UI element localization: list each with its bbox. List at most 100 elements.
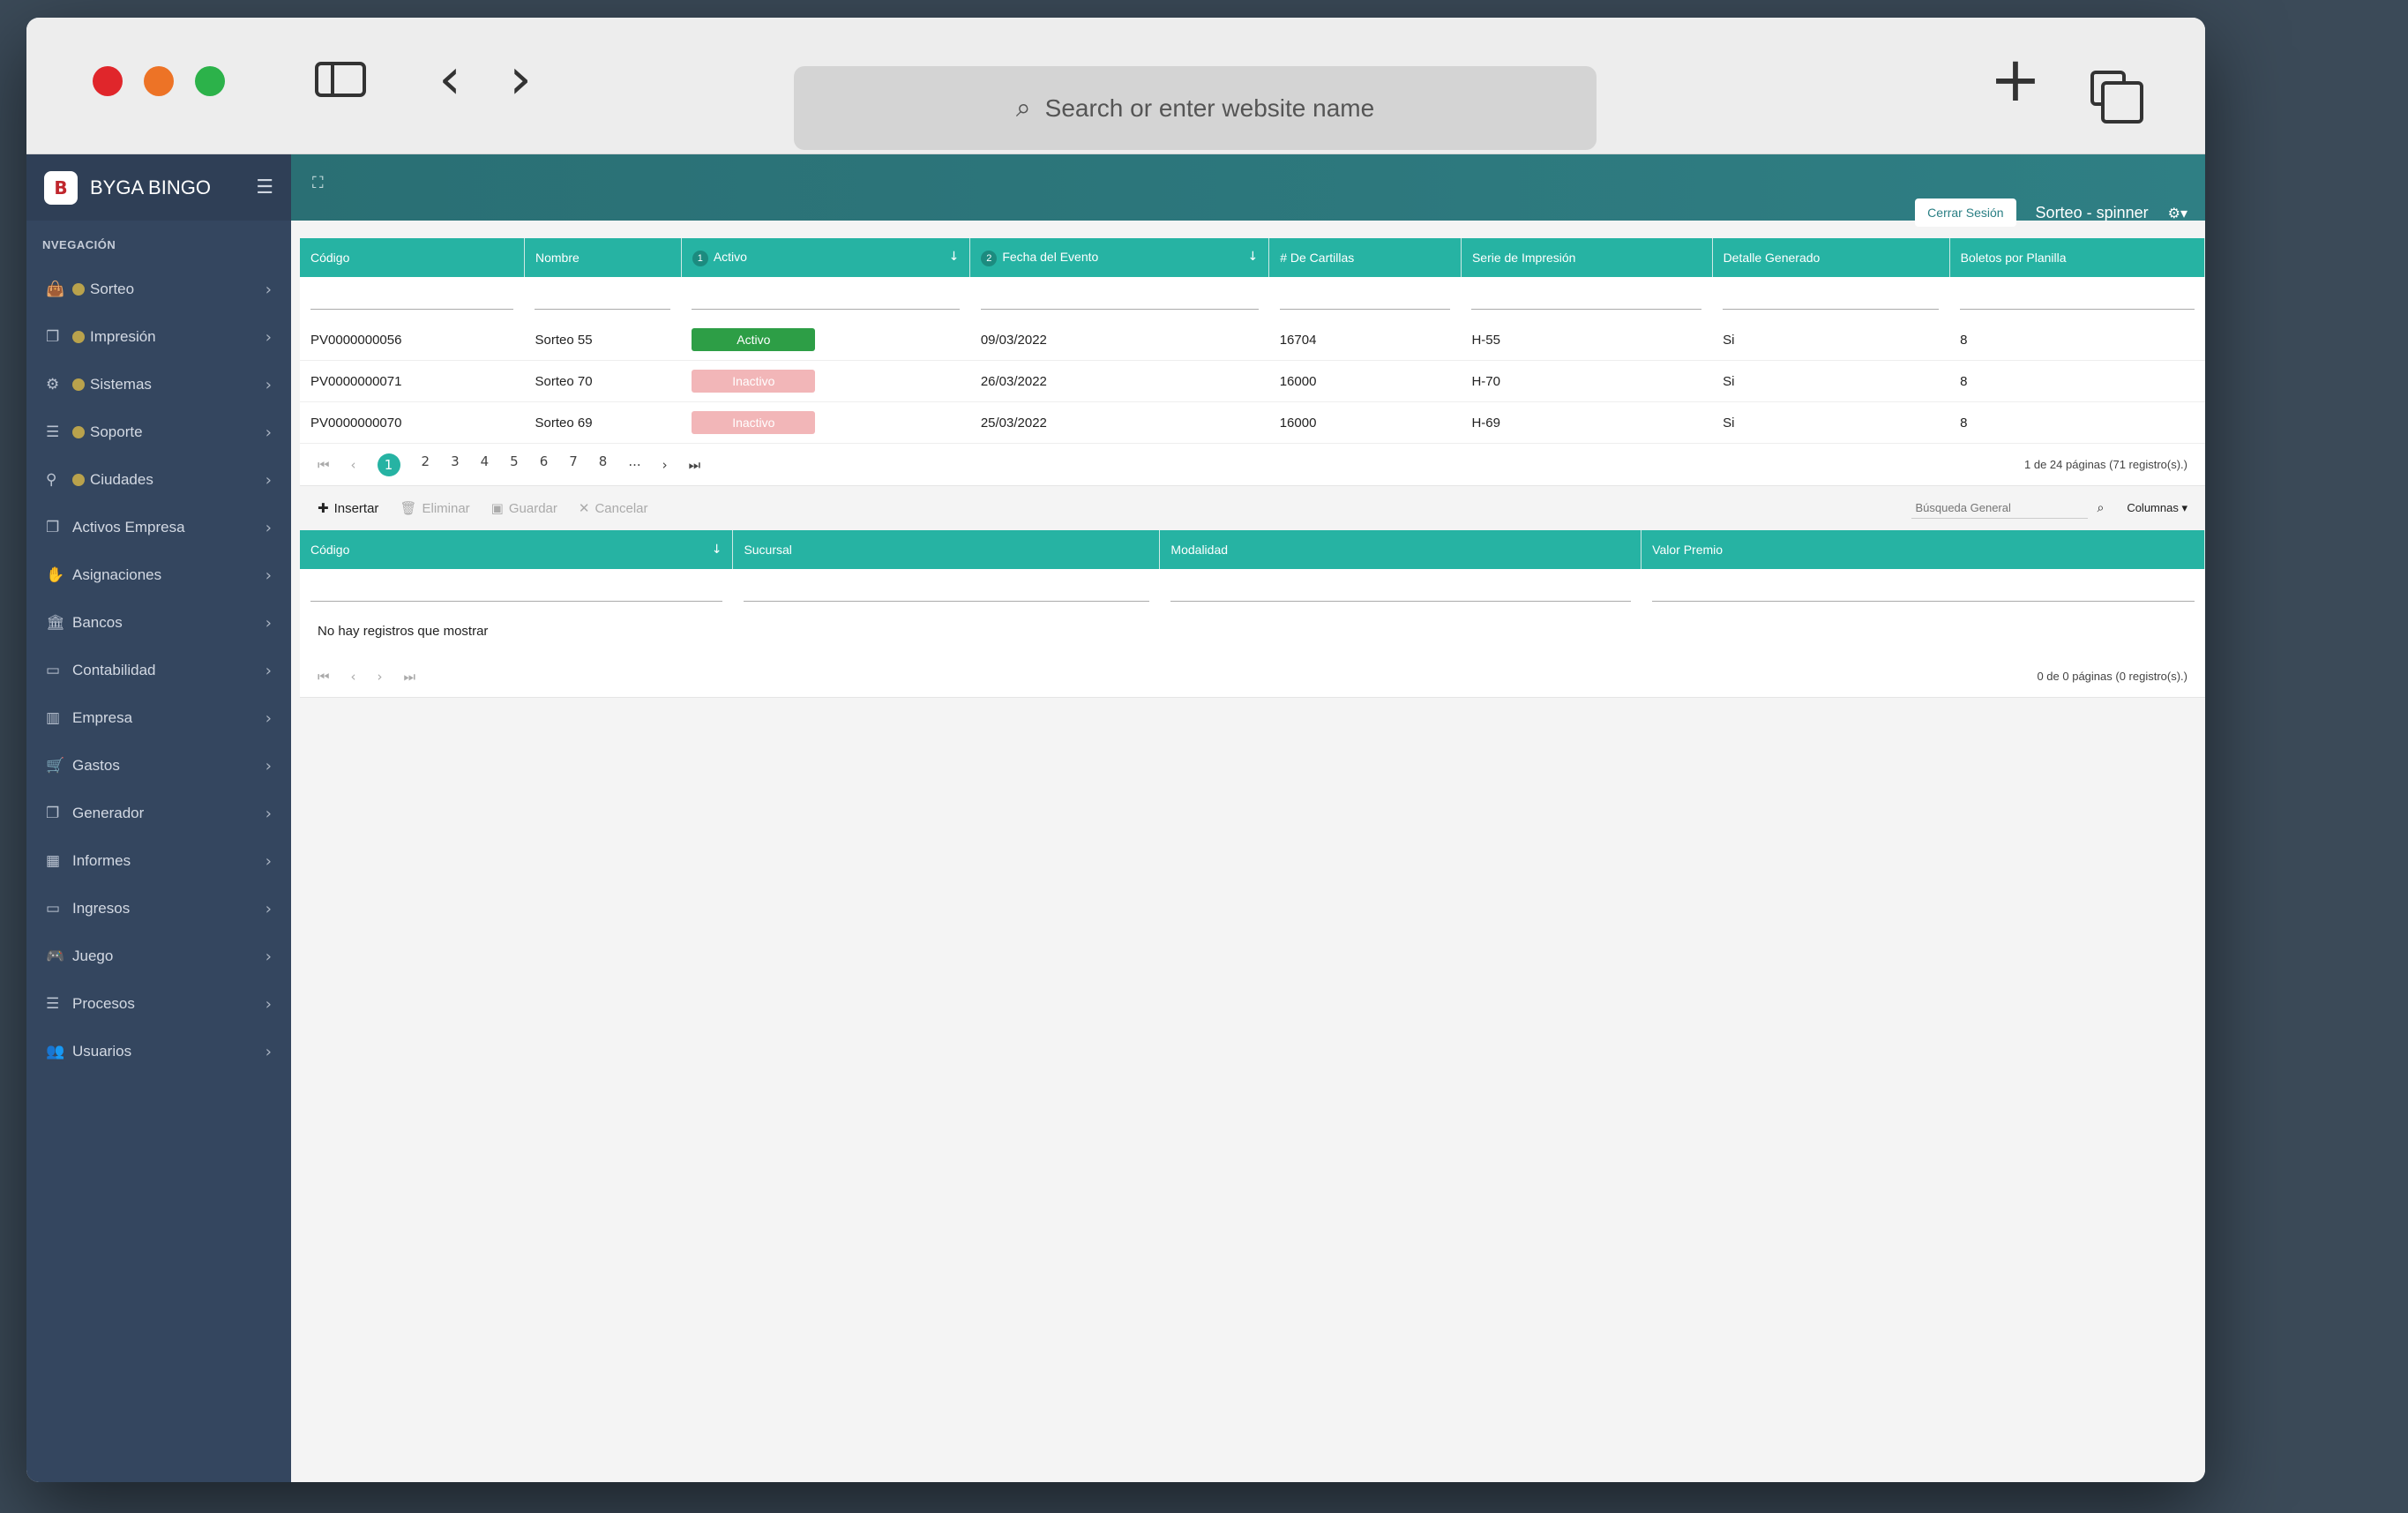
page-button[interactable]: 1: [377, 453, 400, 476]
first-page-icon[interactable]: ⏮: [318, 457, 330, 473]
col-cartillas[interactable]: # De Cartillas: [1268, 238, 1462, 277]
insert-label: Insertar: [333, 500, 379, 516]
save-button[interactable]: ▣ Guardar: [491, 500, 557, 516]
page-button[interactable]: 8: [599, 453, 608, 476]
sidebar-item-generador[interactable]: ❐ Generador ›: [26, 790, 291, 837]
col-codigo[interactable]: Código: [300, 238, 525, 277]
chevron-right-icon: ›: [265, 613, 272, 633]
filter-nombre[interactable]: [524, 277, 682, 319]
filter-sucursal[interactable]: [732, 569, 1160, 611]
filter-cartillas[interactable]: [1268, 277, 1462, 319]
col-valor-premio[interactable]: Valor Premio: [1641, 530, 2205, 569]
back-arrow-icon[interactable]: ‹: [428, 51, 472, 108]
sidebar-item-sistemas[interactable]: ⚙ Sistemas ›: [26, 361, 291, 408]
menu-toggle-icon[interactable]: ☰: [256, 176, 273, 198]
col-boletos[interactable]: Boletos por Planilla: [1949, 238, 2205, 277]
filter-codigo[interactable]: [300, 569, 733, 611]
sidebar-item-bancos[interactable]: 🏛 Bancos ›: [26, 599, 291, 647]
page-button[interactable]: 3: [451, 453, 460, 476]
zoom-window-button[interactable]: [195, 66, 225, 96]
sort-order-badge: 2: [981, 250, 998, 266]
gamepad-icon: 🎮: [46, 947, 65, 965]
browser-window: ‹ › ⌕ Search or enter website name + B B…: [26, 18, 2205, 1482]
columns-dropdown[interactable]: Columnas ▾: [2127, 501, 2187, 515]
sidebar-item-procesos[interactable]: ☰ Procesos ›: [26, 980, 291, 1028]
sidebar-item-label: Juego: [72, 947, 114, 964]
sidebar-item-ciudades[interactable]: ⚲ Ciudades ›: [26, 456, 291, 504]
sidebar-toggle-icon[interactable]: [313, 53, 368, 106]
page-button[interactable]: ...: [628, 453, 640, 476]
sidebar-item-soporte[interactable]: ☰ Soporte ›: [26, 408, 291, 456]
copy-icon: ❐: [46, 519, 60, 536]
sidebar-item-usuarios[interactable]: 👥 Usuarios ›: [26, 1028, 291, 1075]
next-page-icon[interactable]: ›: [378, 669, 383, 685]
trash-icon: 🗑: [400, 500, 417, 516]
chevron-right-icon: ›: [265, 994, 272, 1014]
filter-codigo[interactable]: [300, 277, 525, 319]
table-row[interactable]: PV0000000071 Sorteo 70 Inactivo 26/03/2022 1…: [300, 360, 2205, 402]
prev-page-icon[interactable]: ‹: [351, 457, 356, 473]
filter-valor-premio[interactable]: [1641, 569, 2205, 611]
forward-arrow-icon[interactable]: ›: [498, 51, 542, 108]
delete-button[interactable]: 🗑 Eliminar: [400, 500, 469, 516]
logout-button[interactable]: Cerrar Sesión: [1915, 198, 2016, 227]
sidebar-item-asignaciones[interactable]: ✋ Asignaciones ›: [26, 551, 291, 599]
col-detalle[interactable]: Detalle Generado: [1712, 238, 1950, 277]
sidebar-item-label: Sistemas: [90, 376, 152, 393]
minimize-window-button[interactable]: [144, 66, 174, 96]
page-button[interactable]: 5: [510, 453, 519, 476]
draws-page-info: 1 de 24 páginas (71 registro(s).): [2024, 458, 2187, 471]
sidebar-item-empresa[interactable]: ▥ Empresa ›: [26, 694, 291, 742]
address-bar[interactable]: ⌕ Search or enter website name: [794, 66, 1597, 150]
cancel-button[interactable]: ✕ Cancelar: [579, 500, 648, 516]
last-page-icon[interactable]: ⏭: [689, 457, 701, 473]
page-button[interactable]: 2: [422, 453, 430, 476]
col-serie[interactable]: Serie de Impresión: [1461, 238, 1713, 277]
tab-overview-icon[interactable]: [2082, 62, 2143, 124]
close-window-button[interactable]: [93, 66, 123, 96]
filter-modalidad[interactable]: [1159, 569, 1641, 611]
status-dot-icon: [72, 283, 85, 296]
page-button[interactable]: 6: [540, 453, 549, 476]
cell-boletos: 8: [1949, 319, 2205, 361]
fullscreen-icon[interactable]: ⛶: [312, 174, 324, 192]
sidebar-item-sorteo[interactable]: 👜 Sorteo ›: [26, 266, 291, 313]
col-activo[interactable]: 1 Activo ↓: [681, 238, 971, 277]
col-codigo[interactable]: Código ↓: [300, 530, 734, 569]
filter-serie[interactable]: [1461, 277, 1713, 319]
filter-detalle[interactable]: [1712, 277, 1950, 319]
delete-label: Eliminar: [422, 500, 470, 516]
next-page-icon[interactable]: ›: [662, 457, 668, 473]
sidebar-item-ingresos[interactable]: ▭ Ingresos ›: [26, 885, 291, 933]
insert-button[interactable]: ✚ Insertar: [318, 500, 378, 516]
col-modalidad[interactable]: Modalidad: [1159, 530, 1642, 569]
table-row[interactable]: PV0000000070 Sorteo 69 Inactivo 25/03/2022 1…: [300, 401, 2205, 444]
sidebar-item-juego[interactable]: 🎮 Juego ›: [26, 933, 291, 980]
sidebar-item-contabilidad[interactable]: ▭ Contabilidad ›: [26, 647, 291, 694]
chevron-right-icon: ›: [265, 661, 272, 680]
filter-boletos[interactable]: [1949, 277, 2205, 319]
sidebar-item-label: Soporte: [90, 423, 143, 440]
table-row[interactable]: PV0000000056 Sorteo 55 Activo 09/03/2022 167…: [300, 319, 2205, 361]
chevron-right-icon: ›: [265, 470, 272, 490]
page-button[interactable]: 7: [569, 453, 578, 476]
first-page-icon[interactable]: ⏮: [318, 669, 330, 685]
new-tab-plus-icon[interactable]: +: [1989, 43, 2042, 116]
sidebar-item-impresión[interactable]: ❐ Impresión ›: [26, 313, 291, 361]
sidebar-item-informes[interactable]: ▦ Informes ›: [26, 837, 291, 885]
last-page-icon[interactable]: ⏭: [404, 669, 416, 685]
handshake-icon: ✋: [46, 566, 65, 584]
page-button[interactable]: 4: [481, 453, 490, 476]
col-fecha[interactable]: 2 Fecha del Evento ↓: [969, 238, 1270, 277]
sidebar-item-gastos[interactable]: 🛒 Gastos ›: [26, 742, 291, 790]
user-menu-icon[interactable]: ⚙▾: [2168, 205, 2187, 221]
general-search-input[interactable]: [1911, 498, 2089, 519]
filter-activo[interactable]: [681, 277, 970, 319]
col-nombre[interactable]: Nombre: [524, 238, 682, 277]
page-list: 1 2 3 4 5 6 7 8...: [377, 453, 662, 476]
col-sucursal[interactable]: Sucursal: [732, 530, 1161, 569]
filter-fecha[interactable]: [969, 277, 1269, 319]
prev-page-icon[interactable]: ‹: [351, 669, 356, 685]
sidebar-item-activos-empresa[interactable]: ❐ Activos Empresa ›: [26, 504, 291, 551]
chevron-right-icon: ›: [265, 756, 272, 775]
